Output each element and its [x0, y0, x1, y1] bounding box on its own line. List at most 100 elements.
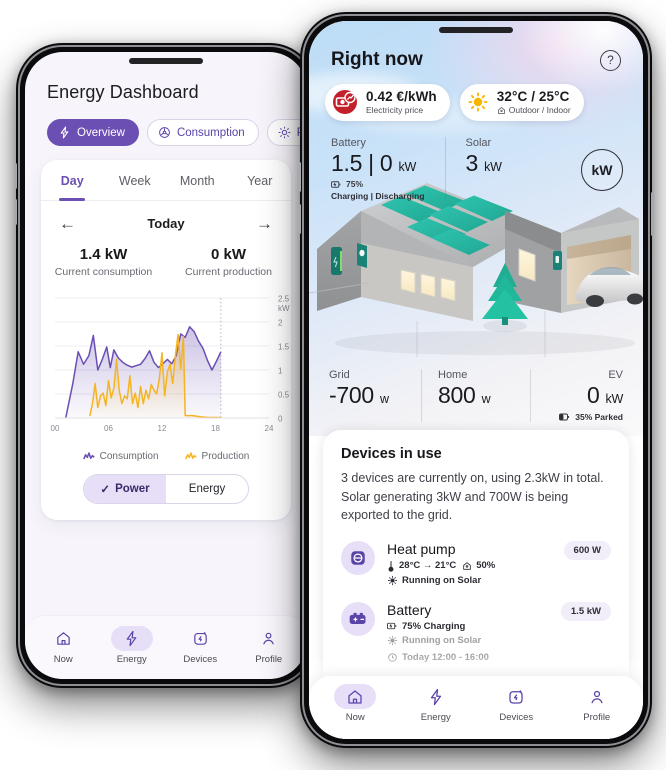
devices-icon [495, 684, 537, 709]
nav-devices[interactable]: Devices [476, 684, 557, 723]
unit-toggle-badge[interactable]: kW [581, 149, 623, 191]
devices-icon [179, 626, 221, 651]
volume-up-button[interactable] [14, 163, 17, 189]
device-heat-pump-humidity: 50% [462, 560, 495, 571]
now-hero-section: Right now ? 0.42 €/kWh Electricity price… [309, 21, 643, 436]
power-energy-segmented-control: ✓ Power Energy [83, 474, 249, 504]
devices-card-summary: 3 devices are currently on, using 2.3kW … [341, 471, 604, 522]
nav-now-label: Now [345, 712, 365, 723]
person-icon [248, 626, 290, 651]
stat-ev-unit: kW [605, 392, 624, 406]
svg-text:1: 1 [278, 366, 283, 375]
kpi-consumption-label: Current consumption [54, 266, 153, 278]
nav-energy[interactable]: Energy [98, 626, 167, 665]
device-battery-soc: 75% Charging [387, 621, 465, 632]
device-heat-pump-meta-row1: 28°C → 21°C 50% [387, 560, 552, 572]
thermometer-icon [388, 560, 394, 572]
device-battery-soc-label: 75% Charging [402, 620, 466, 632]
energy-chart[interactable]: 0 0.5 1 1.5 2 2.5 kW 00 06 12 18 24 [41, 284, 291, 445]
stat-home-number: 800 [438, 382, 476, 408]
check-icon: ✓ [100, 484, 111, 496]
next-day-button[interactable]: → [256, 215, 273, 232]
home-icon [42, 626, 84, 651]
power-button[interactable] [651, 192, 654, 236]
previous-day-button[interactable]: ← [59, 215, 76, 232]
stat-solar-unit: kW [484, 160, 502, 174]
stat-battery-soc: 75% [331, 179, 425, 189]
device-heat-pump-name: Heat pump [387, 540, 456, 557]
person-icon [576, 684, 618, 709]
stat-ev-status-label: 35% Parked [575, 412, 623, 422]
stat-ev: EV 0 kW 35% Parked [531, 369, 623, 422]
electricity-price-pill[interactable]: 0.42 €/kWh Electricity price [325, 84, 450, 121]
device-heat-pump-source: Running on Solar [387, 575, 481, 586]
nav-profile-label: Profile [255, 654, 283, 665]
stat-solar-label: Solar [465, 137, 492, 149]
left-phone-screen: Energy Dashboard Overview Consumption Pr… [25, 52, 307, 679]
stat-battery-number: 1.5 | 0 [331, 150, 393, 176]
battery-icon [559, 413, 570, 421]
segment-power[interactable]: ✓ Power [84, 475, 166, 503]
category-chip-group: Overview Consumption Production [25, 103, 307, 160]
svg-text:2: 2 [278, 318, 283, 327]
kpi-current-production: 0 kW Current production [166, 246, 291, 278]
energy-chart-card: Day Week Month Year ← Today → 1.4 kW Cur… [41, 160, 291, 520]
nav-devices[interactable]: Devices [166, 626, 235, 665]
grid-home-ev-stats: Grid -700 w Home 800 w EV 0 kW 35% Parke… [309, 369, 643, 422]
segment-energy[interactable]: Energy [166, 475, 248, 503]
left-phone-device: Energy Dashboard Overview Consumption Pr… [14, 43, 316, 688]
stat-grid-unit: w [379, 392, 389, 406]
nav-now[interactable]: Now [315, 684, 396, 723]
stat-ev-label: EV [608, 369, 623, 381]
heat-pump-icon [341, 540, 375, 575]
device-battery-power-badge: 1.5 kW [560, 601, 611, 621]
stat-battery-unit: kW [398, 160, 417, 174]
svg-text:0: 0 [278, 414, 283, 423]
tab-month[interactable]: Month [166, 160, 229, 200]
electricity-price-label: Electricity price [366, 105, 424, 115]
device-heat-pump-temp-label: 28°C → 21°C [399, 560, 457, 571]
left-phone-speaker-notch [129, 58, 203, 64]
help-icon[interactable]: ? [600, 49, 621, 71]
nav-profile-label: Profile [583, 712, 611, 723]
chip-consumption[interactable]: Consumption [146, 119, 259, 146]
nav-devices-label: Devices [183, 654, 218, 665]
nav-energy[interactable]: Energy [396, 684, 477, 723]
chip-overview-label: Overview [77, 126, 125, 139]
kpi-production-label: Current production [185, 266, 272, 278]
temperature-sub-label: Outdoor / Indoor [508, 105, 571, 115]
chip-overview[interactable]: Overview [47, 119, 139, 146]
legend-consumption: Consumption [82, 451, 159, 462]
price-tag-icon [333, 90, 357, 114]
kpi-group: 1.4 kW Current consumption 0 kW Current … [41, 236, 291, 284]
page-title: Right now [331, 49, 423, 70]
device-battery-name: Battery [387, 601, 432, 618]
chart-legend: Consumption Production [41, 445, 291, 466]
volume-up-button[interactable] [298, 162, 301, 192]
nav-profile[interactable]: Profile [557, 684, 638, 723]
tab-day[interactable]: Day [41, 160, 104, 200]
volume-down-button[interactable] [298, 204, 301, 234]
stat-home: Home 800 w [421, 369, 531, 422]
device-heat-pump-meta-row2: Running on Solar [387, 575, 552, 586]
nav-now[interactable]: Now [29, 626, 98, 665]
segment-power-label: Power [115, 483, 150, 495]
temperature-value: 32°C / 25°C [496, 89, 570, 104]
line-icon [82, 452, 95, 460]
bolt-icon [60, 126, 69, 139]
nav-profile[interactable]: Profile [235, 626, 304, 665]
stat-battery-label: Battery [331, 137, 366, 149]
volume-down-button[interactable] [14, 199, 17, 225]
svg-text:18: 18 [211, 424, 220, 433]
tab-week[interactable]: Week [104, 160, 167, 200]
tab-year[interactable]: Year [229, 160, 292, 200]
energy-chart-svg: 0 0.5 1 1.5 2 2.5kW 00 06 12 18 24 [51, 294, 290, 433]
nav-energy-label: Energy [420, 712, 451, 723]
right-bottom-nav: Now Energy Devices Profile [309, 676, 643, 739]
temperature-pill[interactable]: 32°C / 25°C Outdoor / Indoor [459, 84, 584, 121]
svg-text:kW: kW [278, 304, 290, 313]
stat-battery: Battery 1.5 | 0 kW 75% Charging | Discha… [331, 137, 445, 201]
device-row-battery[interactable]: Battery 75% Charging Running on Solar 1.… [341, 601, 611, 663]
info-pill-group: 0.42 €/kWh Electricity price 32°C / 25°C… [309, 71, 643, 121]
device-row-heat-pump[interactable]: Heat pump 28°C → 21°C 50% Running on Sol… [341, 540, 611, 586]
